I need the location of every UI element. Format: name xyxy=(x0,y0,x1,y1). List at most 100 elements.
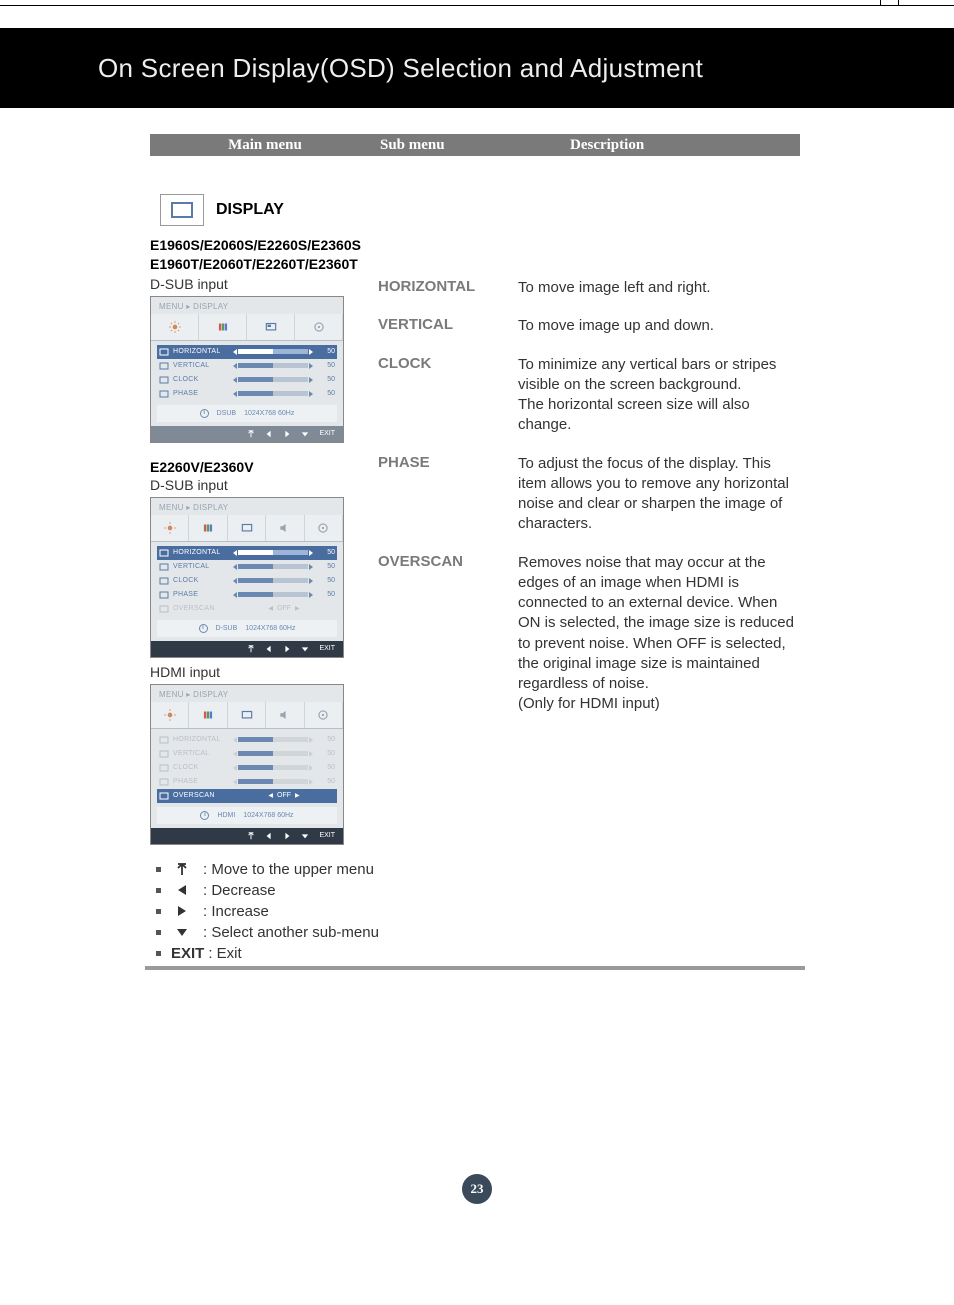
row-icon xyxy=(159,749,169,759)
display-icon xyxy=(160,194,204,226)
submenu-clock: CLOCK xyxy=(378,355,518,436)
column-header: Main menu Sub menu Description xyxy=(150,134,800,156)
display-heading: DISPLAY xyxy=(160,194,810,226)
row-slider xyxy=(233,765,313,770)
row-slider xyxy=(233,377,313,382)
row-value: 50 xyxy=(317,750,335,757)
down-icon xyxy=(301,430,309,438)
submenu-horizontal: HORIZONTAL xyxy=(378,278,518,298)
others-tab-icon xyxy=(295,314,343,340)
row-label: CLOCK xyxy=(173,376,229,383)
legend-left-text: : Decrease xyxy=(203,880,276,901)
osd-row: VERTICAL 50 xyxy=(157,747,337,761)
osd-row: OVERSCAN ◀OFF▶ xyxy=(157,602,337,616)
display-tab-icon xyxy=(247,314,295,340)
model-list-1: E1960S/E2060S/E2260S/E2360S E1960T/E2060… xyxy=(150,236,810,274)
col-sub-menu: Sub menu xyxy=(380,137,560,154)
display-tab-icon xyxy=(228,702,266,728)
row-value: 50 xyxy=(317,563,335,570)
description-column: HORIZONTAL To move image left and right.… xyxy=(378,278,798,733)
info-icon: i xyxy=(200,409,209,418)
osd-row: CLOCK50 xyxy=(157,373,337,387)
row-icon xyxy=(159,604,169,614)
osd-footer: EXIT xyxy=(151,426,343,442)
col-main-menu: Main menu xyxy=(150,137,380,154)
osd-row: PHASE50 xyxy=(157,387,337,401)
row-icon xyxy=(159,562,169,572)
row-label: OVERSCAN xyxy=(173,605,229,612)
osd-row: VERTICAL50 xyxy=(157,359,337,373)
bottom-rule xyxy=(145,966,805,970)
row-value: 50 xyxy=(317,764,335,771)
brightness-icon xyxy=(151,702,189,728)
osd-screenshot-3: MENU ▸ DISPLAY HORIZONTAL50VERTICAL50CLO… xyxy=(150,684,344,845)
nav-legend: : Move to the upper menu : Decrease : In… xyxy=(156,859,810,964)
up-icon xyxy=(247,430,255,438)
row-slider xyxy=(233,751,313,756)
row-icon xyxy=(159,735,169,745)
desc-overscan: Removes noise that may occur at the edge… xyxy=(518,553,798,715)
right-icon xyxy=(283,430,291,438)
others-tab-icon xyxy=(305,515,343,541)
row-icon xyxy=(159,576,169,586)
row-slider xyxy=(233,737,313,742)
desc-vertical: To move image up and down. xyxy=(518,316,798,336)
osd-row: PHASE50 xyxy=(157,775,337,789)
row-value: 50 xyxy=(317,778,335,785)
row-value: 50 xyxy=(317,549,335,556)
osd-row: OVERSCAN◀OFF▶ xyxy=(157,789,337,803)
submenu-vertical: VERTICAL xyxy=(378,316,518,336)
osd-tab-row xyxy=(151,314,343,341)
row-toggle: ◀OFF▶ xyxy=(233,605,335,612)
volume-icon xyxy=(266,515,304,541)
up-arrow-icon xyxy=(171,862,193,876)
display-tab-icon xyxy=(228,515,266,541)
down-arrow-icon xyxy=(171,925,193,939)
osd-info-bar: i DSUB 1024X768 60Hz xyxy=(157,405,337,422)
row-label: HORIZONTAL xyxy=(173,736,229,743)
osd-footer: EXIT xyxy=(151,641,343,657)
row-label: CLOCK xyxy=(173,577,229,584)
row-slider xyxy=(233,564,313,569)
row-value: 50 xyxy=(317,348,335,355)
row-toggle: ◀OFF▶ xyxy=(233,792,335,799)
osd-row: PHASE 50 xyxy=(157,588,337,602)
row-label: CLOCK xyxy=(173,764,229,771)
color-icon xyxy=(189,515,227,541)
row-slider xyxy=(233,391,313,396)
row-label: PHASE xyxy=(173,591,229,598)
osd-row: HORIZONTAL50 xyxy=(157,345,337,359)
osd-breadcrumb: MENU ▸ DISPLAY xyxy=(151,297,343,314)
osd-footer: EXIT xyxy=(151,828,343,844)
brightness-icon xyxy=(151,515,189,541)
row-label: HORIZONTAL xyxy=(173,549,229,556)
page-number-badge: 23 xyxy=(462,1174,492,1204)
submenu-phase: PHASE xyxy=(378,454,518,535)
bullet-icon xyxy=(156,867,161,872)
legend-right-text: : Increase xyxy=(203,901,269,922)
row-icon xyxy=(159,548,169,558)
osd-row: VERTICAL50 xyxy=(157,560,337,574)
volume-icon xyxy=(266,702,304,728)
row-slider xyxy=(233,578,313,583)
brightness-icon xyxy=(151,314,199,340)
row-icon xyxy=(159,777,169,787)
right-arrow-icon xyxy=(171,904,193,918)
col-description: Description xyxy=(560,137,800,154)
row-icon xyxy=(159,347,169,357)
others-tab-icon xyxy=(305,702,343,728)
legend-exit-text: : Exit xyxy=(208,943,241,964)
page-title: On Screen Display(OSD) Selection and Adj… xyxy=(98,53,703,84)
row-icon xyxy=(159,375,169,385)
row-label: VERTICAL xyxy=(173,750,229,757)
row-value: 50 xyxy=(317,736,335,743)
top-divider xyxy=(0,0,954,6)
desc-horizontal: To move image left and right. xyxy=(518,278,798,298)
legend-exit-label: EXIT xyxy=(171,943,204,964)
row-icon xyxy=(159,763,169,773)
row-icon xyxy=(159,791,169,801)
row-value: 50 xyxy=(317,390,335,397)
legend-down-text: : Select another sub-menu xyxy=(203,922,379,943)
row-value: 50 xyxy=(317,591,335,598)
row-slider xyxy=(233,779,313,784)
